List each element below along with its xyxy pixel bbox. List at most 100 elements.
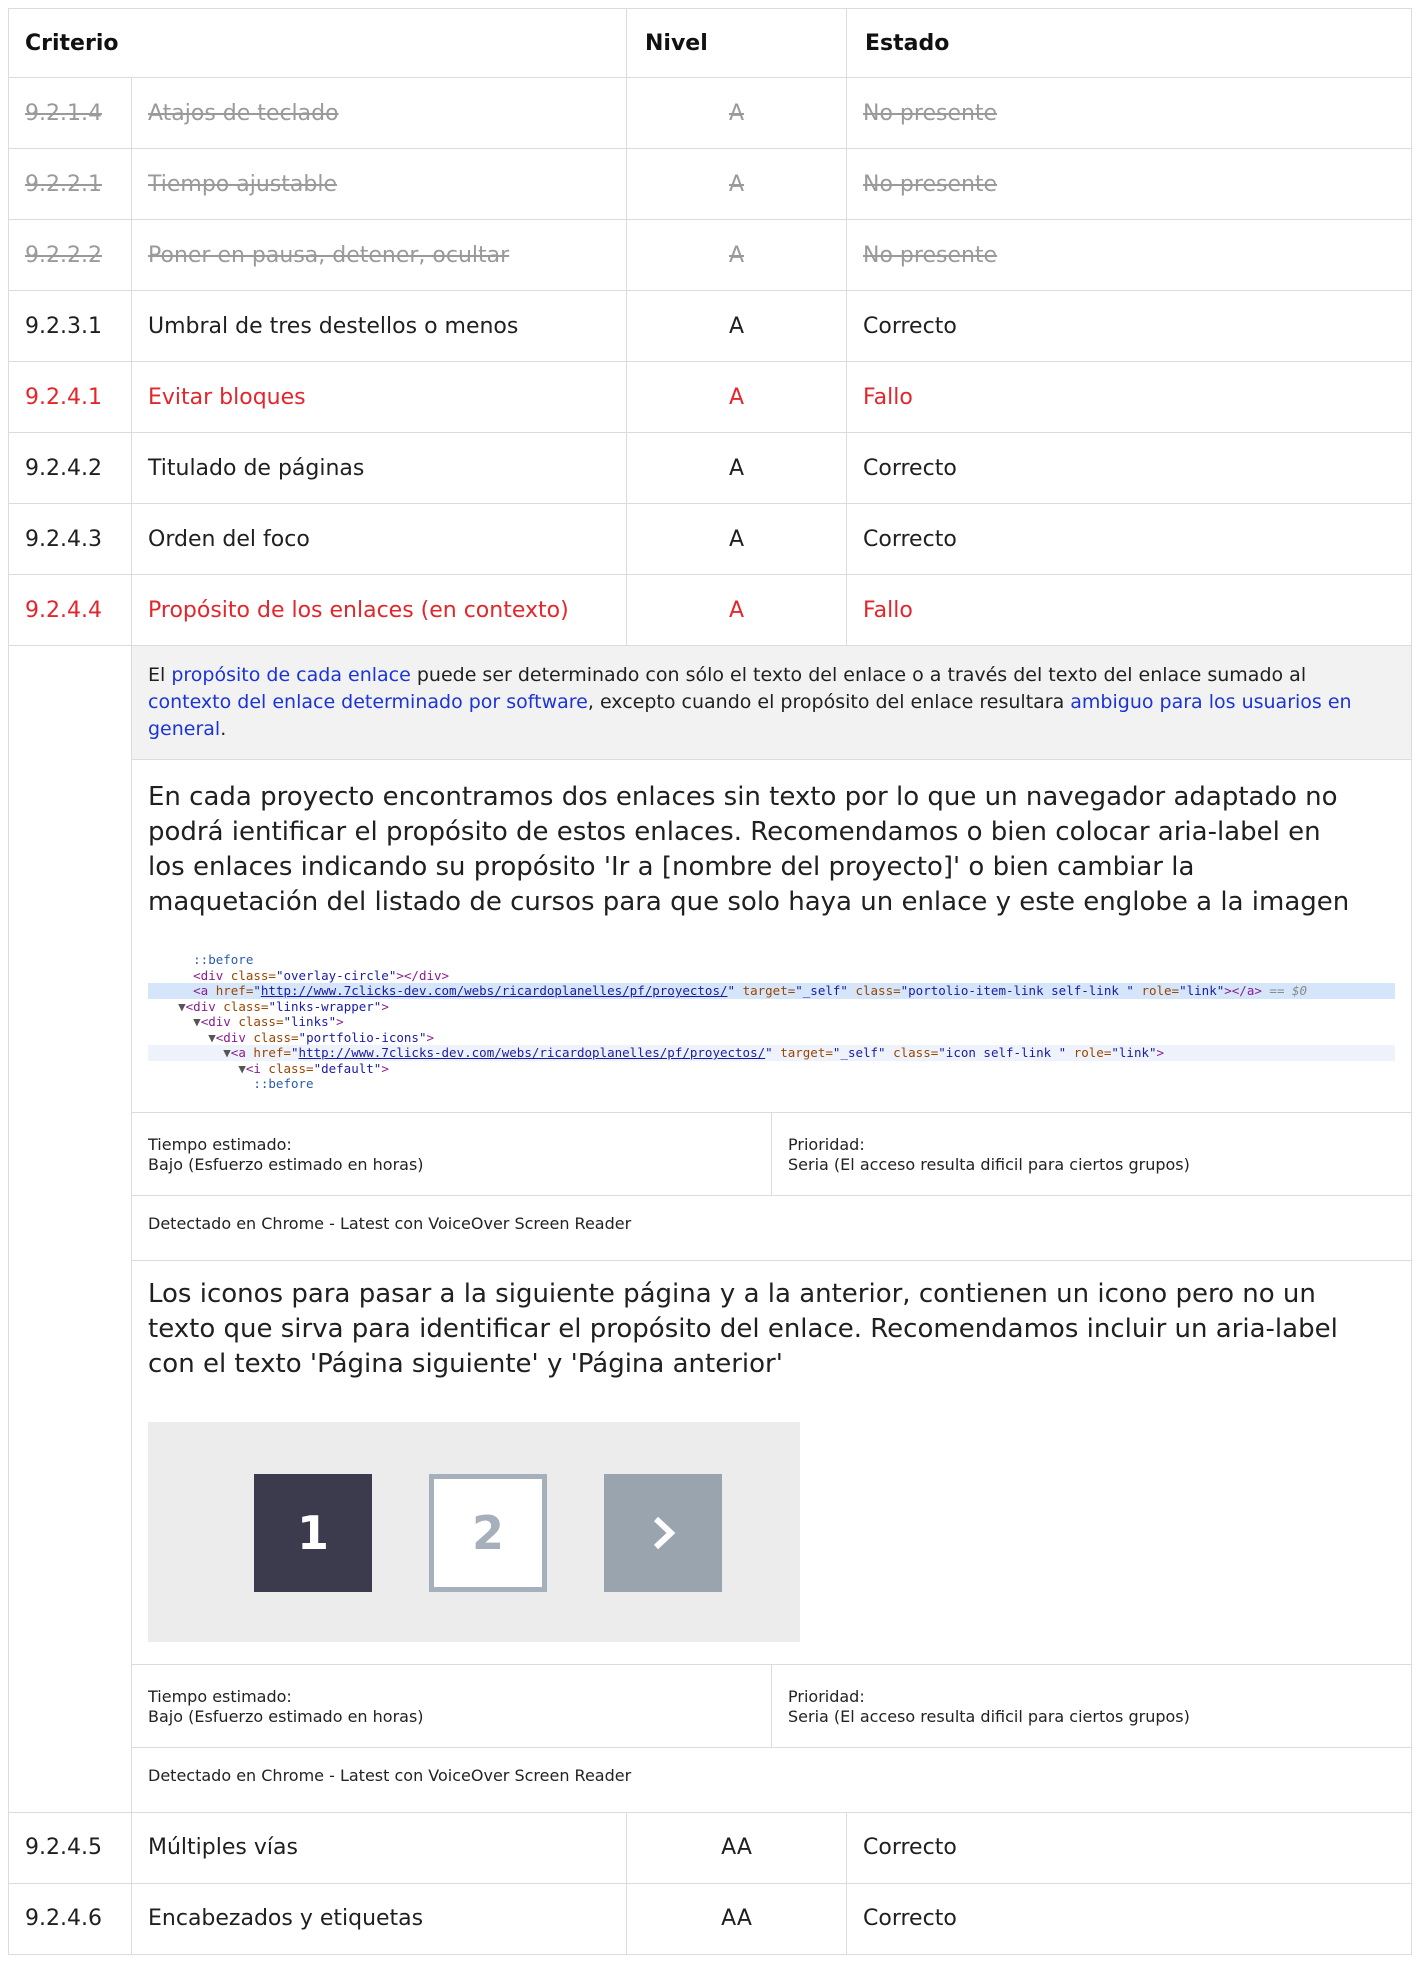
finding-meta: Tiempo estimado: Bajo (Esfuerzo estimado…: [132, 1663, 1412, 1747]
criterion-name: Encabezados y etiquetas: [130, 1882, 628, 1955]
criteria-report: Criterio Nivel Estado 9.2.1.4 Atajos de …: [7, 8, 1413, 1955]
criterion-level: A: [626, 574, 848, 646]
estimated-time-value: Bajo (Esfuerzo estimado en horas): [148, 1154, 424, 1174]
criterion-name: Tiempo ajustable: [130, 148, 628, 220]
criterion-number: 9.2.3.1: [8, 290, 132, 362]
detail-spacer: [8, 645, 132, 1813]
code-value: "_self": [795, 983, 848, 998]
criterion-name: Atajos de teclado: [130, 77, 628, 149]
code-line: ▼<i class="default">: [238, 1060, 389, 1076]
table-row: 9.2.4.4 Propósito de los enlaces (en con…: [8, 574, 1413, 646]
priority: Prioridad: Seria (El acceso resulta difi…: [771, 1664, 1411, 1747]
criterion-number: 9.2.4.5: [8, 1811, 132, 1884]
criterion-level: A: [626, 361, 848, 433]
table-header: Criterio Nivel Estado: [7, 8, 1413, 78]
desc-text: puede ser determinado con sólo el texto …: [410, 664, 1307, 686]
code-line: ▼<div class="links-wrapper">: [178, 998, 389, 1014]
header-criterio: Criterio: [7, 8, 628, 78]
code-selected-marker: == $0: [1269, 983, 1308, 998]
criterion-number: 9.2.4.3: [8, 503, 132, 575]
desc-text: El: [148, 664, 172, 686]
criterion-status: Correcto: [846, 290, 1413, 362]
estimated-time-label: Tiempo estimado:: [148, 1686, 292, 1706]
code-line: <div class="overlay-circle"></div>: [193, 967, 450, 983]
criterion-name: Titulado de páginas: [130, 432, 628, 504]
criterion-status: Fallo: [846, 361, 1413, 433]
detected-in: Detectado en Chrome - Latest con VoiceOv…: [132, 1194, 1412, 1260]
criterion-level: A: [626, 503, 848, 575]
table-row: 9.2.3.1 Umbral de tres destellos o menos…: [8, 290, 1413, 362]
code-line-selected: <a href="http://www.7clicks-dev.com/webs…: [148, 983, 1396, 999]
code-value: "overlay-circle": [275, 967, 397, 983]
code-line: ▼<div class="links">: [193, 1014, 344, 1029]
criterion-level: A: [626, 219, 848, 291]
table-row: 9.2.4.2 Titulado de páginas A Correcto: [8, 432, 1413, 504]
next-page-button: [604, 1473, 722, 1592]
header-nivel: Nivel: [626, 8, 848, 78]
link-proposito[interactable]: propósito de cada enlace: [171, 664, 410, 686]
priority-value: Seria (El acceso resulta dificil para ci…: [788, 1154, 1190, 1174]
code-value: "links": [283, 1014, 337, 1029]
priority-value: Seria (El acceso resulta dificil para ci…: [788, 1706, 1190, 1726]
estimated-time-value: Bajo (Esfuerzo estimado en horas): [148, 1706, 424, 1726]
code-pseudo: ::before: [253, 1076, 314, 1091]
criterion-name: Umbral de tres destellos o menos: [130, 290, 628, 362]
criterion-level: A: [626, 290, 848, 362]
criterion-level: AA: [626, 1811, 848, 1884]
code-pseudo: ::before: [193, 952, 254, 967]
criterion-description: El propósito de cada enlace puede ser de…: [132, 646, 1412, 760]
finding-text: Los iconos para pasar a la siguiente pág…: [132, 1259, 1412, 1400]
code-line: ▼<a href="http://www.7clicks-dev.com/web…: [148, 1045, 1396, 1061]
desc-text: , excepto cuando el propósito del enlace…: [587, 691, 1071, 713]
code-value: "_self": [832, 1045, 886, 1060]
criterion-detail-row: El propósito de cada enlace puede ser de…: [8, 645, 1413, 1813]
code-value: "default": [313, 1060, 382, 1076]
criterion-status: No presente: [846, 148, 1413, 220]
criterion-number: 9.2.2.1: [8, 148, 132, 220]
table-row: 9.2.2.1 Tiempo ajustable A No presente: [8, 148, 1413, 220]
criterion-name: Poner en pausa, detener, ocultar: [130, 219, 628, 291]
priority: Prioridad: Seria (El acceso resulta difi…: [771, 1112, 1411, 1195]
table-row: 9.2.4.5 Múltiples vías AA Correcto: [8, 1811, 1413, 1884]
code-value: "portfolio-icons": [298, 1029, 427, 1045]
criterion-number: 9.2.1.4: [8, 77, 132, 149]
pagination-screenshot: 1 2: [148, 1421, 800, 1642]
criterion-status: No presente: [846, 77, 1413, 149]
criterion-number: 9.2.4.4: [8, 574, 132, 646]
chevron-right-icon: [653, 1516, 676, 1549]
criterion-name: Evitar bloques: [130, 361, 628, 433]
code-line: ::before: [148, 952, 1395, 968]
criterion-status: Correcto: [846, 1882, 1413, 1955]
code-value: "portolio-item-link self-link ": [900, 983, 1134, 998]
link-contexto[interactable]: contexto del enlace determinado por soft…: [148, 691, 588, 713]
table-row: 9.2.2.2 Poner en pausa, detener, ocultar…: [8, 219, 1413, 291]
page-2-button: 2: [429, 1473, 547, 1592]
code-line: ▼<div class="portfolio-icons">: [208, 1029, 435, 1045]
criterion-level: A: [626, 148, 848, 220]
code-link: http://www.7clicks-dev.com/webs/ricardop…: [298, 1045, 766, 1060]
criterion-number: 9.2.4.2: [8, 432, 132, 504]
code-screenshot: ::before <div class="overlay-circle"></d…: [148, 952, 1396, 1092]
code-value: "links-wrapper": [268, 998, 382, 1014]
criteria-table: Criterio Nivel Estado 9.2.1.4 Atajos de …: [7, 8, 1413, 1955]
table-row: 9.2.1.4 Atajos de teclado A No presente: [8, 77, 1413, 149]
criterion-number: 9.2.2.2: [8, 219, 132, 291]
criterion-name: Múltiples vías: [130, 1811, 628, 1884]
estimated-time: Tiempo estimado: Bajo (Esfuerzo estimado…: [132, 1113, 771, 1195]
header-estado: Estado: [846, 8, 1413, 78]
code-value: "link": [1179, 983, 1225, 998]
criterion-level: A: [626, 432, 848, 504]
criterion-status: Correcto: [846, 432, 1413, 504]
table-row: 9.2.4.3 Orden del foco A Correcto: [8, 503, 1413, 575]
table-row: 9.2.4.1 Evitar bloques A Fallo: [8, 361, 1413, 433]
criterion-level: AA: [626, 1882, 848, 1955]
table-row: 9.2.4.6 Encabezados y etiquetas AA Corre…: [8, 1882, 1413, 1955]
criterion-status: Correcto: [846, 1811, 1413, 1884]
criterion-status: No presente: [846, 219, 1413, 291]
criterion-number: 9.2.4.6: [8, 1882, 132, 1955]
criterion-detail: El propósito de cada enlace puede ser de…: [130, 645, 1413, 1813]
priority-label: Prioridad:: [788, 1134, 865, 1154]
estimated-time-label: Tiempo estimado:: [148, 1134, 292, 1154]
criterion-level: A: [626, 77, 848, 149]
code-line: ::before: [148, 1076, 1395, 1092]
